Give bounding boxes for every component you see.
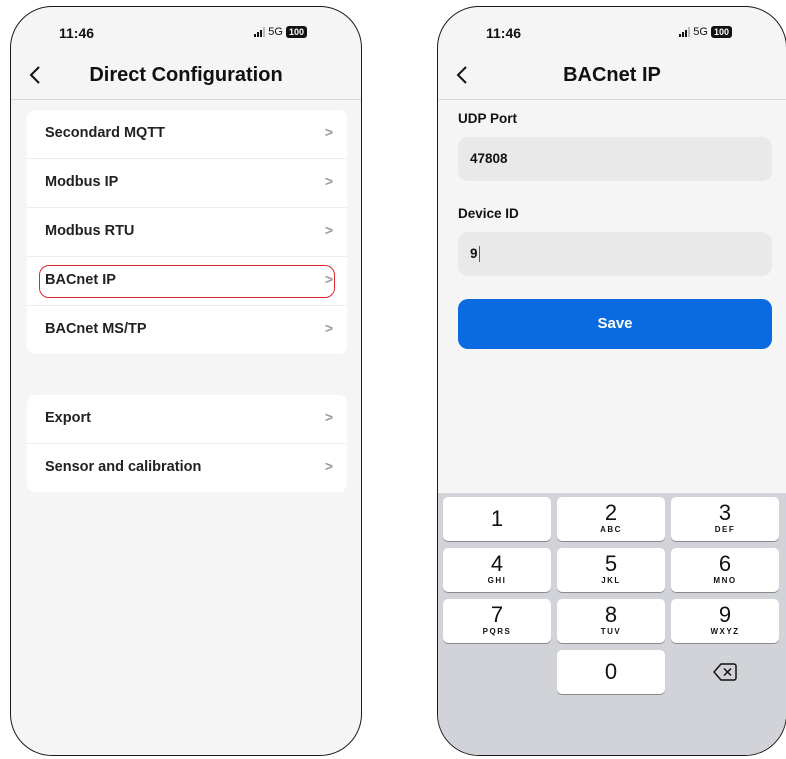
key-digit: 4: [490, 551, 504, 576]
protocol-list: Secondard MQTT > Modbus IP > Modbus RTU …: [27, 110, 347, 354]
list-item-modbus-ip[interactable]: Modbus IP >: [27, 159, 347, 208]
chevron-right-icon: >: [324, 124, 333, 140]
chevron-right-icon: >: [324, 173, 333, 189]
key-6[interactable]: 6 MNO: [671, 548, 779, 592]
nav-bar: BACnet IP: [438, 55, 786, 100]
list-item-label: Modbus IP: [45, 174, 119, 190]
key-1[interactable]: 1: [443, 497, 551, 541]
key-digit: 1: [490, 506, 504, 531]
chevron-right-icon: >: [324, 458, 333, 474]
chevron-right-icon: >: [324, 271, 333, 287]
key-digit: 2: [604, 500, 618, 525]
key-letters: MNO: [713, 576, 737, 585]
key-2[interactable]: 2 ABC: [557, 497, 665, 541]
save-button[interactable]: Save: [458, 299, 772, 349]
status-indicators: 5G 100: [679, 26, 732, 38]
tools-list: Export > Sensor and calibration >: [27, 395, 347, 492]
list-item-modbus-rtu[interactable]: Modbus RTU >: [27, 208, 347, 257]
key-4[interactable]: 4 GHI: [443, 548, 551, 592]
chevron-right-icon: >: [324, 222, 333, 238]
phone-screen-bacnet-ip: 11:46 5G 100 BACnet IP UDP Port 47808 De…: [437, 6, 786, 756]
backspace-icon: [713, 663, 737, 681]
status-bar: 11:46 5G 100: [438, 7, 786, 55]
key-digit: 8: [604, 602, 618, 627]
list-item-label: Export: [45, 410, 91, 426]
key-digit: 7: [490, 602, 504, 627]
status-time: 11:46: [59, 25, 95, 41]
udp-port-input[interactable]: 47808: [458, 137, 772, 181]
battery-icon: 100: [710, 26, 732, 38]
nav-bar: Direct Configuration: [11, 55, 361, 100]
key-digit: 9: [718, 602, 732, 627]
device-id-value-wrap: 9: [470, 246, 481, 263]
network-type: 5G: [693, 26, 708, 38]
device-id-label: Device ID: [458, 206, 519, 221]
numeric-keypad: 1 2 ABC 3 DEF 4 GHI 5 JKL 6 MNO 7 PQRS 8…: [438, 493, 786, 755]
status-bar: 11:46 5G 100: [11, 7, 361, 55]
delete-key[interactable]: [671, 650, 779, 694]
udp-port-value: 47808: [470, 151, 508, 166]
signal-icon: [254, 27, 266, 37]
key-digit: 0: [604, 659, 618, 684]
text-caret: [478, 246, 481, 263]
page-title: BACnet IP: [563, 64, 661, 86]
key-7[interactable]: 7 PQRS: [443, 599, 551, 643]
key-digit: 5: [604, 551, 618, 576]
list-item-label: Sensor and calibration: [45, 459, 202, 475]
device-id-value: 9: [470, 246, 478, 261]
list-item-label: BACnet MS/TP: [45, 321, 147, 337]
chevron-right-icon: >: [324, 409, 333, 425]
signal-icon: [679, 27, 691, 37]
key-5[interactable]: 5 JKL: [557, 548, 665, 592]
page-title: Direct Configuration: [89, 64, 283, 86]
key-8[interactable]: 8 TUV: [557, 599, 665, 643]
key-0[interactable]: 0: [557, 650, 665, 694]
device-id-input[interactable]: 9: [458, 232, 772, 276]
list-item-label: Secondard MQTT: [45, 125, 166, 141]
key-digit: 6: [718, 551, 732, 576]
key-digit: 3: [718, 500, 732, 525]
list-item-label: BACnet IP: [45, 272, 116, 288]
list-item-export[interactable]: Export >: [27, 395, 347, 444]
key-letters: DEF: [714, 525, 736, 534]
list-item-label: Modbus RTU: [45, 223, 135, 239]
key-letters: WXYZ: [710, 627, 740, 636]
list-item-sensor-calibration[interactable]: Sensor and calibration >: [27, 444, 347, 492]
chevron-right-icon: >: [324, 320, 333, 336]
battery-icon: 100: [285, 26, 307, 38]
status-indicators: 5G 100: [254, 26, 307, 38]
key-letters: JKL: [601, 576, 621, 585]
list-item-bacnet-mstp[interactable]: BACnet MS/TP >: [27, 306, 347, 354]
udp-port-label: UDP Port: [458, 111, 518, 126]
key-letters: ABC: [600, 525, 622, 534]
network-type: 5G: [268, 26, 283, 38]
key-letters: TUV: [600, 627, 622, 636]
phone-screen-direct-configuration: 11:46 5G 100 Direct Configuration Second…: [10, 6, 362, 756]
key-letters: PQRS: [482, 627, 512, 636]
key-letters: GHI: [487, 576, 507, 585]
key-3[interactable]: 3 DEF: [671, 497, 779, 541]
list-item-secondard-mqtt[interactable]: Secondard MQTT >: [27, 110, 347, 159]
list-item-bacnet-ip[interactable]: BACnet IP >: [27, 257, 347, 306]
key-9[interactable]: 9 WXYZ: [671, 599, 779, 643]
status-time: 11:46: [486, 25, 522, 41]
